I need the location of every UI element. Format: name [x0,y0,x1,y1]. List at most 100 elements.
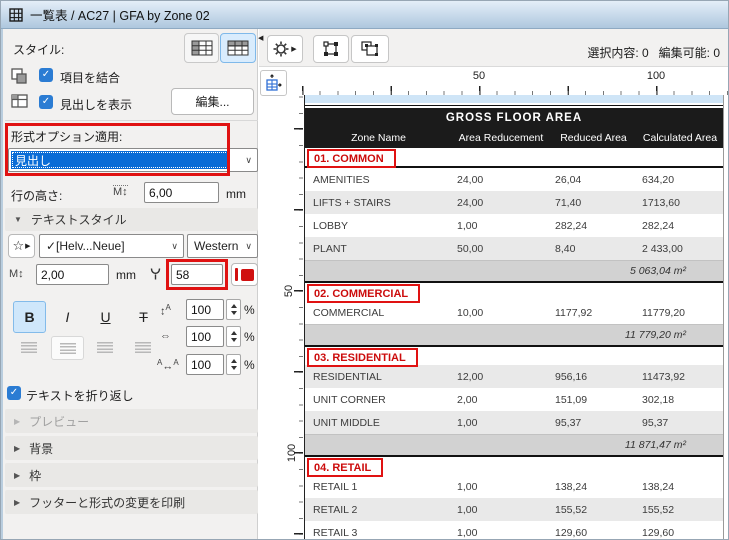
triangle-right-icon: ▶ [14,470,21,480]
align-justify-button[interactable] [127,336,158,358]
table-cell: 138,24 [642,480,675,493]
style-label: スタイル: [13,43,65,57]
section-background[interactable]: ▶ 背景 [5,436,258,460]
align-left-button[interactable] [13,336,44,358]
table-row[interactable]: RESIDENTIAL 12,00 956,16 11473,92 [305,365,723,388]
char-spacing-stepper[interactable] [226,354,241,375]
align-center-button[interactable] [51,336,84,360]
select-element-button[interactable] [313,35,349,63]
align-left-icon [20,341,37,353]
line-spacing-input[interactable] [186,299,224,320]
bold-button[interactable]: B [13,301,46,333]
section-frame[interactable]: ▶ 枠 [5,463,258,487]
table-cell: 282,24 [555,219,588,232]
format-option-selected-value: 見出し [11,151,229,169]
row-height-input[interactable] [144,182,219,203]
section-preview[interactable]: ▶ プレビュー [5,409,258,433]
style-option-header-button[interactable] [220,33,256,63]
wrap-text-checkbox[interactable]: ✓ [7,386,21,400]
font-dropdown[interactable]: ✓[Helv...Neue] ∨ [39,234,184,258]
gear-icon [273,41,289,57]
table-cell: 11473,92 [642,370,686,383]
group-header-row[interactable]: 02. COMMERCIAL [305,281,723,303]
pen-color-button[interactable] [231,263,258,286]
format-option-dropdown[interactable]: 見出し ∨ [8,148,258,172]
line-spacing-unit: % [244,303,255,317]
settings-panel: スタイル: ✓ 項目を結合 ✓ 見出しを表示 編集... 形式オプション適用: … [1,29,258,539]
table-row[interactable]: AMENITIES 24,00 26,04 634,20 [305,168,723,191]
column-header-reduced-area[interactable]: Reduced Area [550,132,637,144]
schedule-table[interactable]: GROSS FLOOR AREA Zone Name Area Reduceme… [304,95,724,539]
group-header-annotation: 01. COMMON [307,149,396,168]
table-cell: 155,52 [642,503,675,516]
table-cell: 151,09 [555,393,588,406]
underline-button[interactable]: U [89,301,122,333]
width-factor-input[interactable] [186,326,224,347]
table-cell: 95,37 [642,416,669,429]
table-cell: AMENITIES [313,173,370,186]
favorites-button[interactable]: ☆ ▶ [8,234,35,258]
group-header-annotation: 02. COMMERCIAL [307,284,421,303]
strikethrough-button[interactable]: T [127,301,160,333]
select-all-types-button[interactable] [351,35,389,63]
section-text-style[interactable]: ▼ テキストスタイル [5,208,258,231]
marquee-select-icon [323,41,338,56]
triangle-right-icon: ▶ [14,443,21,453]
show-headers-label: 見出しを表示 [60,98,133,112]
pen-icon [150,268,161,280]
flyout-arrow-icon: ▶ [291,46,297,53]
table-cell: LOBBY [313,219,349,232]
panel-divider [5,120,258,121]
table-row[interactable]: LOBBY 1,00 282,24 282,24 [305,214,723,237]
table-cell: 1177,92 [555,306,593,319]
font-script-dropdown[interactable]: Western ∨ [187,234,258,258]
table-row[interactable]: RETAIL 1 1,00 138,24 138,24 [305,475,723,498]
show-headers-checkbox[interactable]: ✓ [39,95,53,109]
chevron-down-icon: ∨ [171,240,178,251]
ruler-origin-button[interactable] [260,70,287,96]
table-top-margin-band [305,95,723,103]
merge-items-checkbox[interactable]: ✓ [39,68,53,82]
table-row[interactable]: RETAIL 2 1,00 155,52 155,52 [305,498,723,521]
settings-menu-button[interactable]: ▶ [267,35,303,63]
table-cell: 129,60 [642,526,675,539]
horizontal-ruler[interactable]: 50 100 [301,67,728,95]
section-footer-print[interactable]: ▶ フッターと形式の変更を印刷 [5,490,258,514]
table-cell: 50,00 [457,242,484,255]
group-header-annotation: 03. RESIDENTIAL [307,348,418,367]
selection-status: 選択内容: 0 編集可能: 0 [587,44,720,61]
table-row[interactable]: LIFTS + STAIRS 24,00 71,40 1713,60 [305,191,723,214]
group-header-row[interactable]: 03. RESIDENTIAL [305,345,723,367]
font-name-value: ✓[Helv...Neue] [46,239,125,253]
font-size-input[interactable] [36,264,109,285]
style-option-rows-button[interactable] [184,33,219,63]
table-cell: PLANT [313,242,347,255]
group-header-row[interactable]: 01. COMMON [305,148,723,168]
table-cell: COMMERCIAL [313,306,385,319]
align-right-button[interactable] [89,336,120,358]
italic-button[interactable]: I [51,301,84,333]
edit-button[interactable]: 編集... [171,88,254,115]
column-header-area-reducement[interactable]: Area Reducement [452,132,550,144]
table-row[interactable]: COMMERCIAL 10,00 1177,92 11779,20 [305,301,723,324]
table-row[interactable]: UNIT MIDDLE 1,00 95,37 95,37 [305,411,723,434]
group-header-row[interactable]: 04. RETAIL [305,455,723,477]
background-section-label: 背景 [29,441,54,456]
table-cell: 1,00 [457,480,478,493]
table-cell: 1,00 [457,219,478,232]
column-header-calculated-area[interactable]: Calculated Area [637,132,723,144]
width-factor-icon: ⇔ [160,330,171,342]
v-ruler-label-50: 50 [283,284,296,298]
table-row[interactable]: RETAIL 3 1,00 129,60 129,60 [305,521,723,539]
table-row[interactable]: UNIT CORNER 2,00 151,09 302,18 [305,388,723,411]
width-factor-stepper[interactable] [226,326,241,347]
table-row[interactable]: PLANT 50,00 8,40 2 433,00 [305,237,723,260]
row-height-label: 行の高さ: [11,189,63,203]
panel-collapse-arrow[interactable]: ◀ [258,34,263,42]
char-spacing-input[interactable] [186,354,224,375]
line-spacing-stepper[interactable] [226,299,241,320]
vertical-ruler[interactable]: 50 100 [283,95,303,539]
table-cell: 155,52 [555,503,588,516]
column-header-zone-name[interactable]: Zone Name [305,132,452,144]
pen-number-input[interactable] [171,264,223,285]
